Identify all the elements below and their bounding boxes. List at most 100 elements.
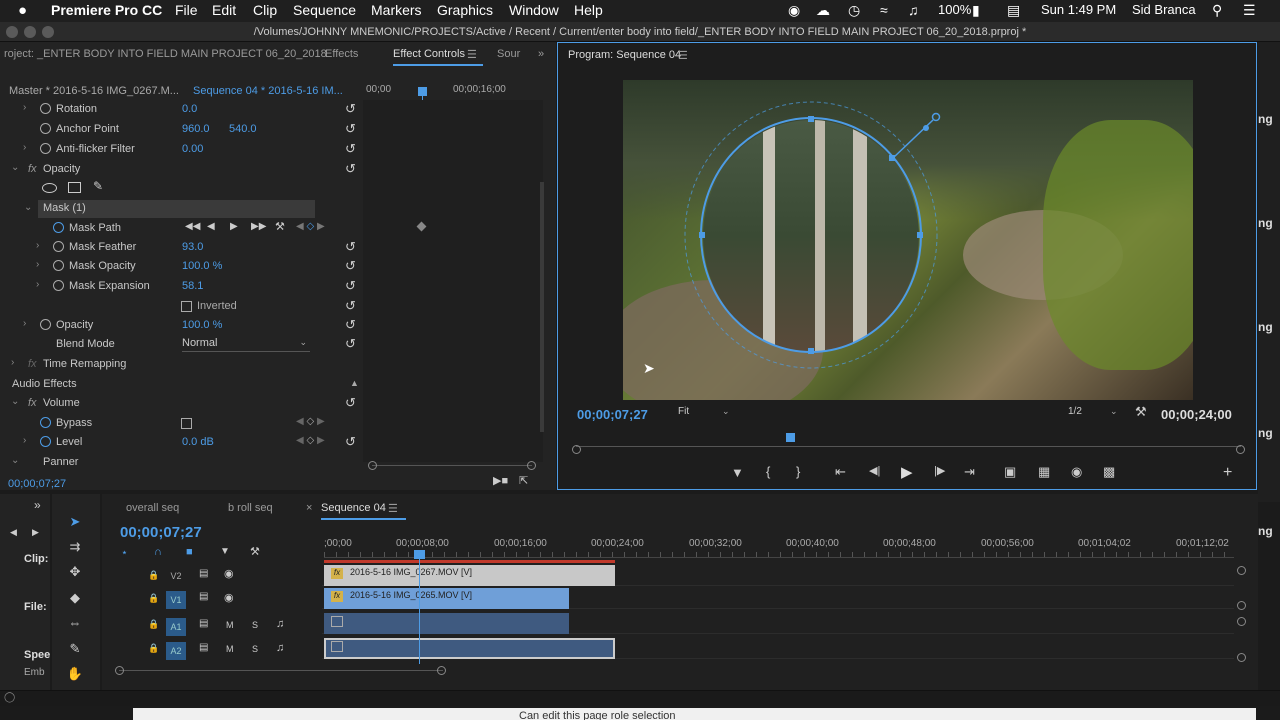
clip-a1[interactable]	[324, 613, 569, 634]
export-icon[interactable]: ⇱	[519, 474, 528, 487]
tab-effect-controls[interactable]: Effect Controls	[393, 48, 465, 60]
scrubber-right-handle[interactable]	[1236, 445, 1245, 454]
work-area-bar[interactable]	[324, 560, 615, 563]
clock[interactable]: Sun 1:49 PM	[1041, 2, 1116, 17]
antiflicker-value[interactable]: 0.00	[182, 143, 203, 155]
timeline-zoom-right-handle[interactable]	[437, 666, 446, 675]
clip-v2[interactable]: 2016-5-16 IMG_0267.MOV [V]	[324, 565, 615, 586]
master-clip-label[interactable]: Master * 2016-5-16 IMG_0267.M...	[9, 83, 179, 101]
minimize-window-button[interactable]	[24, 26, 36, 38]
track-v2-label[interactable]: V2	[166, 567, 186, 585]
anchor-reset-icon[interactable]: ↺	[345, 121, 356, 137]
anchor-y-value[interactable]: 540.0	[229, 123, 257, 135]
ec-zoom-right-handle[interactable]	[527, 461, 536, 470]
tab-overall-seq[interactable]: overall seq	[126, 502, 179, 514]
rotation-value[interactable]: 0.0	[182, 103, 197, 115]
rotation-stopwatch-icon[interactable]	[40, 103, 51, 114]
level-value[interactable]: 0.0 dB	[182, 436, 214, 448]
lock-icon[interactable]: 🔒	[148, 619, 159, 630]
microphone-icon[interactable]: ♫	[276, 618, 284, 630]
more-tabs-icon[interactable]: »	[538, 48, 544, 60]
opacity-effect-reset-icon[interactable]: ↺	[345, 161, 356, 177]
level-reset-icon[interactable]: ↺	[345, 434, 356, 450]
video-frame[interactable]: ➤	[623, 80, 1193, 400]
timeline-settings-icon[interactable]: ⚒	[250, 545, 260, 558]
time-machine-icon[interactable]: ◷	[848, 2, 860, 19]
lift-icon[interactable]: ▣	[1004, 464, 1016, 480]
pen-mask-icon[interactable]: ✎	[93, 179, 103, 193]
time-remapping-row[interactable]: › fx Time Remapping	[0, 356, 360, 374]
go-to-out-icon[interactable]: ⇥	[964, 464, 975, 480]
snap-icon[interactable]: ∩	[154, 546, 162, 558]
battery-icon[interactable]: ▮	[972, 2, 980, 19]
timeline-timecode[interactable]: 00;00;07;27	[120, 524, 202, 541]
linked-selection-icon[interactable]: ■	[186, 546, 193, 558]
mask-feather-reset-icon[interactable]: ↺	[345, 239, 356, 255]
apple-icon[interactable]: ●	[18, 2, 27, 19]
ec-zoom-slider[interactable]	[372, 465, 532, 466]
v-scroll-handle[interactable]	[1237, 601, 1246, 610]
mute-button[interactable]: M	[226, 644, 234, 654]
ruler-ticks[interactable]	[324, 552, 1234, 558]
rectangle-mask-icon[interactable]	[68, 182, 81, 193]
antiflicker-stopwatch-icon[interactable]	[40, 143, 51, 154]
inverted-checkbox[interactable]	[181, 301, 192, 312]
cloud-icon[interactable]: ☁	[816, 2, 830, 19]
close-window-button[interactable]	[6, 26, 18, 38]
volume-icon[interactable]: ♫	[908, 2, 919, 18]
wrench-icon[interactable]: ⚒	[275, 220, 285, 233]
mask-feather-stopwatch-icon[interactable]	[53, 241, 64, 252]
menu-graphics[interactable]: Graphics	[437, 2, 493, 18]
track-backward-icon[interactable]: ◀	[207, 221, 215, 232]
antiflicker-reset-icon[interactable]: ↺	[345, 141, 356, 157]
timeline-menu-icon[interactable]: ☰	[388, 502, 398, 515]
mask-path-stopwatch-icon[interactable]	[53, 222, 64, 233]
program-scrubber[interactable]	[576, 437, 1241, 447]
pen-tool-icon[interactable]: ✎	[65, 641, 85, 657]
mask-row[interactable]: Mask (1)	[38, 200, 315, 218]
timeline-playhead[interactable]	[419, 552, 420, 664]
mask-expansion-reset-icon[interactable]: ↺	[345, 278, 356, 294]
volume-reset-icon[interactable]: ↺	[345, 395, 356, 411]
solo-button[interactable]: S	[252, 620, 258, 630]
mask-feather-value[interactable]: 93.0	[182, 241, 203, 253]
sync-lock-icon[interactable]: ▤	[199, 618, 208, 629]
timeline-zoom-bar[interactable]	[119, 670, 443, 671]
sequence-clip-label[interactable]: Sequence 04 * 2016-5-16 IM...	[193, 83, 343, 101]
panner-row[interactable]: ⌄ Panner	[0, 454, 360, 472]
solo-button[interactable]: S	[252, 644, 258, 654]
mask-outline[interactable]	[623, 80, 1193, 400]
add-marker-icon[interactable]: ▼	[220, 546, 230, 557]
track-backward-all-icon[interactable]: ◀◀	[185, 221, 200, 232]
track-a1-label[interactable]: A1	[166, 618, 186, 636]
mark-in-icon[interactable]: {	[766, 464, 770, 479]
bypass-checkbox[interactable]	[181, 418, 192, 429]
lock-icon[interactable]: 🔒	[148, 593, 159, 604]
settings-wrench-icon[interactable]: ⚒	[1135, 404, 1147, 420]
menu-help[interactable]: Help	[574, 2, 603, 18]
spotlight-icon[interactable]: ⚲	[1212, 2, 1222, 19]
menu-extra-icon[interactable]: ▤	[1007, 2, 1020, 19]
program-monitor-title[interactable]: Program: Sequence 04	[568, 49, 681, 61]
ripple-edit-tool-icon[interactable]: ✥	[65, 564, 85, 580]
track-v1-label[interactable]: V1	[166, 591, 186, 609]
tab-effects[interactable]: Effects	[325, 48, 358, 60]
close-tab-icon[interactable]: ×	[306, 502, 312, 514]
track-select-tool-icon[interactable]: ⇉	[65, 539, 85, 555]
menu-file[interactable]: File	[175, 2, 198, 18]
v-scroll-handle[interactable]	[1237, 566, 1246, 575]
resolution-select[interactable]: 1/2 ⌄	[1068, 406, 1123, 422]
ellipse-mask-icon[interactable]	[42, 183, 57, 193]
menu-markers[interactable]: Markers	[371, 2, 422, 18]
tab-source[interactable]: Sour	[497, 48, 520, 60]
mute-button[interactable]: M	[226, 620, 234, 630]
mark-out-icon[interactable]: }	[796, 464, 800, 479]
add-marker-icon[interactable]: ▼	[731, 465, 744, 480]
step-forward-icon[interactable]: |▶	[934, 464, 945, 477]
lock-icon[interactable]: 🔒	[148, 570, 159, 581]
nav-left-icon[interactable]: ◀	[10, 527, 17, 538]
razor-tool-icon[interactable]: ◆	[65, 590, 85, 606]
level-stopwatch-icon[interactable]	[40, 436, 51, 447]
blend-mode-select[interactable]: Normal ⌄	[182, 337, 310, 352]
lock-icon[interactable]: 🔒	[148, 643, 159, 654]
